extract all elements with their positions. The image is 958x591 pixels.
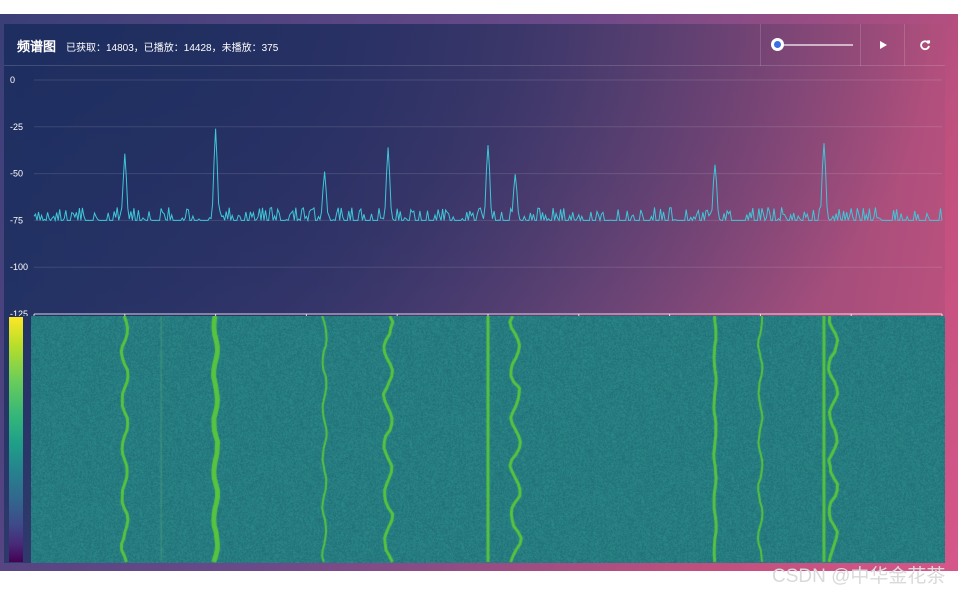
y-tick-label: 0	[10, 75, 15, 85]
background-frame: 频谱图 已获取：14803，已播放：14428，未播放：375 0 -25 -50 -…	[0, 14, 958, 571]
page-title: 频谱图	[17, 39, 57, 54]
y-tick-label: -125	[10, 309, 28, 316]
slider-track[interactable]	[773, 44, 853, 46]
y-tick-label: -25	[10, 122, 23, 132]
slider-knob[interactable]	[770, 38, 784, 51]
y-tick-label: -50	[10, 169, 23, 179]
refresh-icon	[920, 40, 931, 51]
play-icon	[879, 41, 887, 49]
y-tick-label: -100	[10, 262, 28, 272]
spectrum-chart: 0-25-50-75-100-125 100M101M102M103M104M1…	[10, 75, 943, 316]
color-scale-bar	[9, 317, 23, 562]
refresh-button[interactable]	[904, 24, 945, 66]
series-line-spectrum	[33, 128, 943, 223]
panel-header: 频谱图 已获取：14803，已播放：14428，未播放：375	[4, 24, 945, 66]
waterfall-area	[4, 316, 945, 563]
waterfall-heatmap	[31, 316, 945, 563]
watermark: CSDN @中华金花茶	[772, 566, 946, 587]
spectrum-panel: 频谱图 已获取：14803，已播放：14428，未播放：375 0 -25 -50 -…	[4, 24, 945, 563]
speed-slider[interactable]	[760, 24, 860, 66]
y-tick-label: -75	[10, 215, 23, 225]
playback-stats: 已获取：14803，已播放：14428，未播放：375	[66, 43, 279, 54]
y-axis: 0 -25 -50 -75 -100 -125	[10, 75, 28, 316]
play-button[interactable]	[860, 24, 904, 66]
chart-grid	[34, 79, 942, 315]
